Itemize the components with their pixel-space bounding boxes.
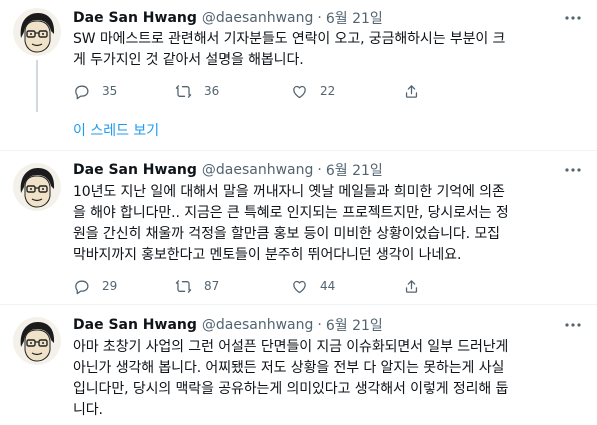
tweet-text-line: SW 마에스트로 관련해서 기자분들도 연락이 오고, 궁금해하시는 부분이 크: [73, 31, 506, 47]
tweet-text-line: 원을 간신히 채울까 걱정을 할만큼 홍보 등이 미비한 상황이었습니다. 모집: [73, 226, 500, 242]
tweet-header: Dae San Hwang @daesanhwang · 6월 21일: [73, 160, 383, 180]
tweet-actions: 29 87 44: [73, 276, 503, 296]
reply-icon: [75, 280, 89, 294]
reply-count: 29: [102, 279, 118, 293]
tweet-text-line: 아닌가 생각해 봅니다. 어찌됐든 저도 상황을 전부 다 알지는 못하는게 사…: [73, 360, 505, 376]
like-button[interactable]: 22: [291, 83, 403, 100]
tweet-header: Dae San Hwang @daesanhwang · 6월 21일: [73, 8, 383, 28]
avatar[interactable]: [13, 163, 61, 211]
author-name[interactable]: Dae San Hwang: [73, 317, 197, 333]
author-name[interactable]: Dae San Hwang: [73, 162, 197, 178]
tweet-text: 아마 초창기 사업의 그런 어설픈 단면들이 지금 이슈화되면서 일부 드러난게…: [73, 337, 578, 421]
tweet-text-line: 입니다만, 당시의 맥락을 공유하는게 의미있다고 생각해서 이렇게 정리해 둡: [73, 381, 509, 397]
heart-icon: [293, 85, 306, 98]
show-thread-link[interactable]: 이 스레드 보기: [73, 120, 159, 140]
reply-button[interactable]: 29: [73, 278, 175, 295]
like-count: 22: [320, 84, 336, 98]
share-button[interactable]: [403, 83, 420, 100]
tweet-text: SW 마에스트로 관련해서 기자분들도 연락이 오고, 궁금해하시는 부분이 크…: [73, 29, 578, 71]
tweet-actions: 35 36 22: [73, 81, 503, 101]
author-handle[interactable]: @daesanhwang: [202, 317, 314, 333]
share-button[interactable]: [403, 278, 420, 295]
reply-button[interactable]: 35: [73, 83, 175, 100]
thread-line: [36, 60, 38, 112]
author-name[interactable]: Dae San Hwang: [73, 10, 197, 26]
like-count: 44: [320, 279, 336, 293]
reply-icon: [75, 85, 89, 99]
tweet-header: Dae San Hwang @daesanhwang · 6월 21일: [73, 315, 383, 335]
tweet-date[interactable]: 6월 21일: [326, 315, 383, 335]
tweet-date[interactable]: 6월 21일: [326, 160, 383, 180]
tweet-text-line: 아마 초창기 사업의 그런 어설픈 단면들이 지금 이슈화되면서 일부 드러난게: [73, 339, 509, 355]
author-handle[interactable]: @daesanhwang: [202, 162, 314, 178]
like-button[interactable]: 44: [291, 278, 403, 295]
avatar-illustration: [13, 317, 61, 365]
separator-dot: ·: [317, 10, 322, 26]
avatar[interactable]: [13, 8, 61, 56]
share-icon: [405, 84, 418, 98]
tweet-text-line: 게 두가지인 것 같아서 설명을 해봅니다.: [73, 52, 304, 68]
tweet-text-line: 을 해야 합니다만.. 지금은 큰 특혜로 인지되는 프로젝트지만, 당시로서는…: [73, 205, 509, 221]
heart-icon: [293, 280, 306, 293]
author-handle[interactable]: @daesanhwang: [202, 10, 314, 26]
reply-count: 35: [102, 84, 118, 98]
tweet-date[interactable]: 6월 21일: [326, 8, 383, 28]
avatar-illustration: [13, 163, 61, 211]
tweet-text-line: 니다.: [73, 402, 103, 418]
separator-dot: ·: [317, 162, 322, 178]
avatar[interactable]: [13, 317, 61, 365]
retweet-count: 36: [204, 84, 220, 98]
separator-dot: ·: [317, 317, 322, 333]
tweet-text-line: 10년도 지난 일에 대해서 말을 꺼내자니 옛날 메일들과 희미한 기억에 의…: [73, 184, 505, 200]
more-icon[interactable]: [561, 160, 585, 180]
tweet-text-line: 막바지까지 홍보한다고 멘토들이 분주히 뛰어다니던 생각이 나네요.: [73, 247, 462, 263]
retweet-icon: [175, 84, 192, 98]
retweet-button[interactable]: 36: [175, 83, 291, 100]
share-icon: [405, 279, 418, 293]
retweet-button[interactable]: 87: [175, 278, 291, 295]
avatar-illustration: [13, 8, 61, 56]
retweet-icon: [175, 279, 192, 293]
tweet-text: 10년도 지난 일에 대해서 말을 꺼내자니 옛날 메일들과 희미한 기억에 의…: [73, 182, 578, 266]
more-icon[interactable]: [561, 8, 585, 28]
retweet-count: 87: [204, 279, 220, 293]
more-icon[interactable]: [561, 315, 585, 335]
